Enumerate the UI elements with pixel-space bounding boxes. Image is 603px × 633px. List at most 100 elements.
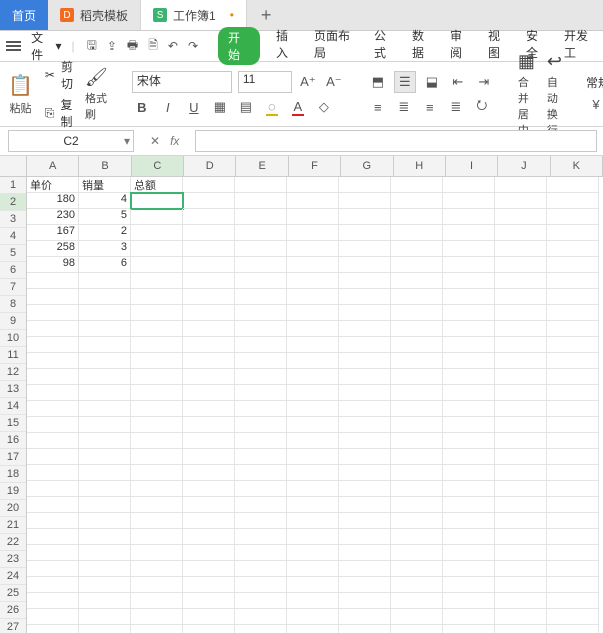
cell[interactable] [443, 337, 495, 353]
cell[interactable] [495, 209, 547, 225]
cell[interactable] [79, 449, 131, 465]
cell[interactable] [547, 593, 599, 609]
cell[interactable] [287, 401, 339, 417]
cell[interactable] [547, 417, 599, 433]
cell[interactable] [443, 209, 495, 225]
cell[interactable] [495, 321, 547, 337]
cell[interactable] [131, 209, 183, 225]
cell[interactable] [443, 321, 495, 337]
cell[interactable] [287, 593, 339, 609]
cell[interactable] [443, 481, 495, 497]
cell[interactable] [339, 177, 391, 193]
cell[interactable] [391, 529, 443, 545]
cell[interactable] [495, 193, 547, 209]
cell[interactable] [391, 401, 443, 417]
redo-icon[interactable]: ↷ [188, 39, 198, 53]
clear-format-button[interactable]: ◇ [314, 97, 334, 117]
font-name-select[interactable]: 宋体 [132, 71, 232, 93]
cell[interactable] [495, 257, 547, 273]
row-header[interactable]: 13 [0, 381, 26, 398]
cell[interactable] [339, 337, 391, 353]
cell[interactable] [495, 337, 547, 353]
cell[interactable] [287, 513, 339, 529]
cell[interactable] [27, 417, 79, 433]
cell[interactable] [79, 497, 131, 513]
column-header[interactable]: E [236, 156, 288, 176]
align-middle-button[interactable]: ☰ [394, 71, 416, 93]
cell[interactable] [183, 225, 235, 241]
column-header[interactable]: G [341, 156, 393, 176]
cell[interactable] [391, 433, 443, 449]
cell[interactable] [495, 545, 547, 561]
cell[interactable] [287, 337, 339, 353]
cell[interactable] [235, 417, 287, 433]
cell[interactable] [235, 193, 287, 209]
cell[interactable] [27, 273, 79, 289]
cell[interactable] [79, 433, 131, 449]
cell[interactable] [495, 385, 547, 401]
cell[interactable] [287, 353, 339, 369]
cell[interactable] [443, 369, 495, 385]
cell[interactable] [235, 177, 287, 193]
tab-home[interactable]: 首页 [0, 0, 48, 30]
cell[interactable] [339, 513, 391, 529]
cancel-formula-icon[interactable]: ✕ [150, 134, 160, 148]
cell[interactable]: 5 [79, 209, 131, 225]
tab-workbook[interactable]: S 工作簿1 • [141, 0, 247, 30]
indent-increase-button[interactable]: ⇥ [474, 72, 494, 92]
cell[interactable] [27, 609, 79, 625]
column-header[interactable]: A [27, 156, 79, 176]
cell[interactable] [547, 337, 599, 353]
cell[interactable] [495, 289, 547, 305]
cell[interactable] [183, 609, 235, 625]
cell[interactable] [27, 593, 79, 609]
align-right-button[interactable]: ≡ [420, 97, 440, 117]
cell[interactable] [391, 305, 443, 321]
row-header[interactable]: 24 [0, 568, 26, 585]
cell[interactable] [547, 481, 599, 497]
row-header[interactable]: 8 [0, 296, 26, 313]
copy-button[interactable]: ⎘复制 [45, 96, 73, 130]
cell[interactable] [391, 353, 443, 369]
row-header[interactable]: 2 [0, 194, 26, 211]
cell[interactable] [391, 321, 443, 337]
cell[interactable] [79, 609, 131, 625]
cell[interactable] [183, 369, 235, 385]
row-header[interactable]: 18 [0, 466, 26, 483]
row-header[interactable]: 27 [0, 619, 26, 633]
cell[interactable]: 230 [27, 209, 79, 225]
cell[interactable] [391, 289, 443, 305]
cell[interactable] [131, 225, 183, 241]
cell[interactable] [79, 385, 131, 401]
undo-icon[interactable]: ↶ [168, 39, 178, 53]
cell[interactable] [547, 321, 599, 337]
cell[interactable] [495, 529, 547, 545]
row-header[interactable]: 4 [0, 228, 26, 245]
cell[interactable] [495, 353, 547, 369]
cell[interactable] [183, 321, 235, 337]
cell[interactable] [391, 513, 443, 529]
tab-docker[interactable]: D 稻壳模板 [48, 0, 141, 30]
cell[interactable] [495, 241, 547, 257]
row-header[interactable]: 3 [0, 211, 26, 228]
cell[interactable] [391, 609, 443, 625]
cell[interactable] [339, 209, 391, 225]
cell[interactable] [287, 481, 339, 497]
cell[interactable] [547, 305, 599, 321]
cell[interactable] [547, 545, 599, 561]
cell[interactable] [131, 417, 183, 433]
cell[interactable] [79, 353, 131, 369]
cell[interactable]: 180 [27, 193, 79, 209]
cell[interactable] [443, 625, 495, 633]
font-color-button[interactable]: A [288, 97, 308, 117]
cell[interactable] [131, 609, 183, 625]
cell[interactable] [131, 561, 183, 577]
cell[interactable] [183, 465, 235, 481]
cell[interactable] [79, 337, 131, 353]
cell[interactable] [183, 209, 235, 225]
cell[interactable] [131, 193, 183, 209]
cell[interactable] [79, 625, 131, 633]
orientation-button[interactable]: ⭮ [472, 97, 492, 117]
column-header[interactable]: F [289, 156, 341, 176]
cell[interactable] [235, 513, 287, 529]
